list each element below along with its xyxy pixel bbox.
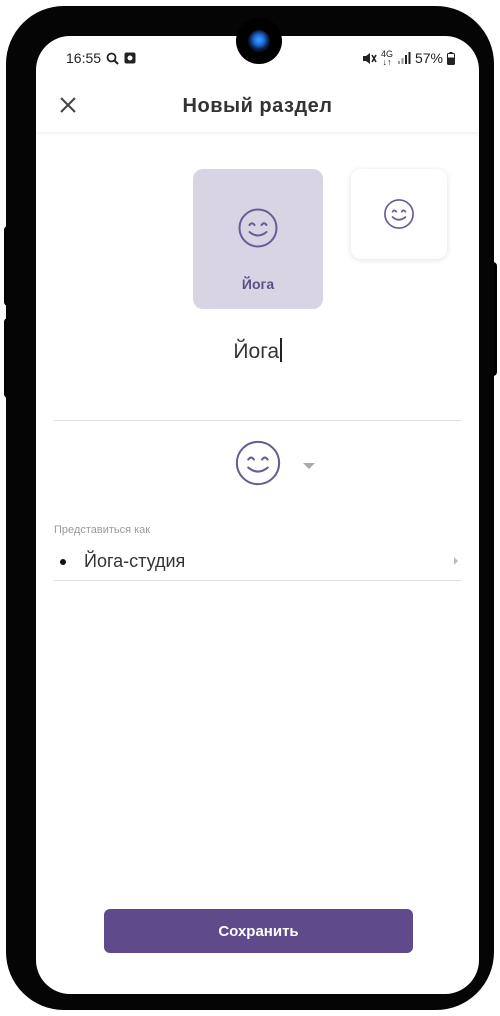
smile-icon <box>235 440 281 486</box>
search-notification-icon <box>106 52 119 65</box>
chevron-right-icon <box>454 557 458 565</box>
battery-percent: 57% <box>414 50 443 66</box>
tile-label: Йога <box>241 276 275 292</box>
smile-icon <box>384 199 414 229</box>
divider <box>54 580 462 581</box>
mute-icon <box>362 52 377 64</box>
section-tile-icon-only[interactable] <box>351 169 447 259</box>
identity-value: Йога-студия <box>84 551 186 571</box>
identity-label: Представиться как <box>54 524 151 536</box>
phone-frame: 16:55 4G ↓↑ 57% Новый раздел Йога Йога П… <box>6 6 494 1010</box>
front-camera <box>236 18 282 64</box>
identity-selector[interactable]: Йога-студия <box>54 546 462 580</box>
network-type: 4G ↓↑ <box>380 49 393 67</box>
battery-icon <box>447 51 455 65</box>
save-button[interactable]: Сохранить <box>104 909 413 953</box>
status-time: 16:55 <box>66 50 102 66</box>
status-right: 4G ↓↑ 57% <box>362 49 455 67</box>
smile-icon <box>238 208 278 248</box>
status-left: 16:55 <box>66 50 136 66</box>
divider <box>54 420 462 421</box>
text-cursor <box>280 338 282 362</box>
section-name-input[interactable]: Йога <box>36 338 479 364</box>
screen: 16:55 4G ↓↑ 57% Новый раздел Йога Йога П… <box>36 36 479 994</box>
app-bar: Новый раздел <box>36 80 479 132</box>
signal-icon <box>397 52 411 64</box>
section-tile-selected[interactable]: Йога <box>193 169 323 309</box>
page-title: Новый раздел <box>182 95 333 117</box>
chevron-down-icon <box>303 463 315 469</box>
icon-picker[interactable] <box>234 439 324 487</box>
section-name-value: Йога <box>233 340 280 363</box>
app-notification-icon <box>124 52 136 64</box>
bullet-icon <box>60 559 66 565</box>
